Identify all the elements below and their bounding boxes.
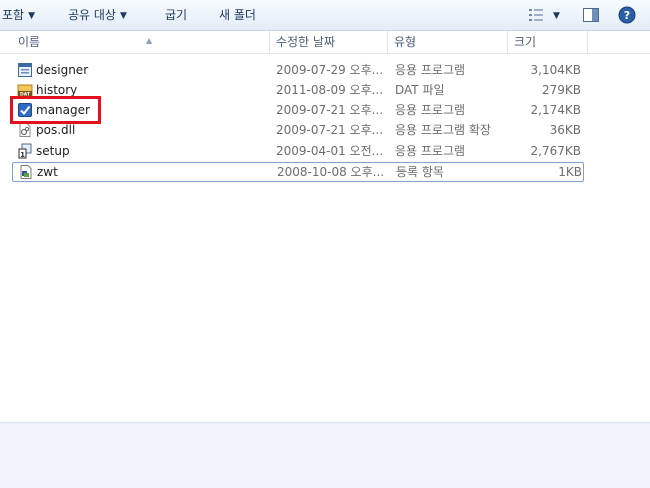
file-date: 2011-08-09 오후... — [276, 83, 384, 97]
column-type-header[interactable]: 유형 — [388, 31, 508, 53]
file-size: 1KB — [558, 165, 582, 179]
share-label: 공유 대상 — [68, 8, 116, 22]
share-with-button[interactable]: 공유 대상 ▼ — [68, 7, 127, 23]
column-type-label: 유형 — [394, 35, 417, 49]
new-folder-label: 새 폴더 — [219, 8, 256, 22]
column-size-label: 크기 — [514, 35, 537, 49]
preview-pane-icon[interactable] — [582, 6, 600, 24]
column-size-header[interactable]: 크기 — [508, 31, 588, 53]
column-header: 이름 ▲ 수정한 날짜 유형 크기 — [0, 31, 650, 54]
details-pane — [0, 422, 650, 488]
file-type: 응용 프로그램 — [395, 63, 466, 77]
file-size: 279KB — [541, 83, 581, 97]
file-size: 36KB — [549, 123, 581, 137]
file-date: 2008-10-08 오후... — [277, 165, 385, 179]
view-options-icon[interactable] — [527, 6, 545, 24]
file-type: 응용 프로그램 확장 — [395, 123, 491, 137]
file-name: setup — [36, 144, 70, 158]
registry-file-icon — [20, 165, 32, 179]
column-name-header[interactable]: 이름 ▲ — [12, 31, 270, 53]
svg-text:?: ? — [624, 9, 630, 22]
toolbar: 포함 ▼ 공유 대상 ▼ 굽기 새 폴더 ▼ ? — [0, 0, 650, 31]
file-date: 2009-07-29 오후... — [276, 63, 384, 77]
file-type: 응용 프로그램 — [395, 103, 466, 117]
dll-file-icon — [19, 123, 31, 137]
include-label: 포함 — [2, 8, 25, 22]
file-name: designer — [36, 63, 89, 77]
highlight-annotation — [10, 96, 101, 124]
column-date-header[interactable]: 수정한 날짜 — [270, 31, 388, 53]
column-date-label: 수정한 날짜 — [276, 35, 336, 49]
new-folder-button[interactable]: 새 폴더 — [219, 7, 256, 23]
include-in-library-button[interactable]: 포함 ▼ — [2, 7, 35, 23]
application-icon — [18, 63, 32, 77]
file-date: 2009-07-21 오후... — [276, 123, 384, 137]
svg-text:1: 1 — [20, 151, 25, 159]
sort-ascending-icon: ▲ — [146, 36, 153, 45]
chevron-down-icon: ▼ — [28, 11, 36, 21]
view-dropdown-icon[interactable]: ▼ — [553, 8, 560, 24]
help-icon[interactable]: ? — [618, 6, 636, 24]
file-type: DAT 파일 — [395, 83, 445, 97]
file-row[interactable]: 1 setup 2009-04-01 오전... 응용 프로그램 2,767KB — [12, 141, 584, 161]
file-type: 등록 항목 — [396, 165, 444, 179]
column-name-label: 이름 — [18, 35, 41, 49]
file-type: 응용 프로그램 — [395, 144, 466, 158]
file-size: 3,104KB — [530, 63, 581, 77]
file-name: zwt — [37, 165, 58, 179]
chevron-down-icon: ▼ — [119, 11, 127, 21]
file-row[interactable]: designer 2009-07-29 오후... 응용 프로그램 3,104K… — [12, 60, 584, 80]
file-date: 2009-07-21 오후... — [276, 103, 384, 117]
burn-button[interactable]: 굽기 — [165, 7, 187, 23]
setup-icon: 1 — [18, 143, 32, 159]
burn-label: 굽기 — [165, 8, 188, 22]
file-size: 2,767KB — [530, 144, 581, 158]
file-date: 2009-04-01 오전... — [276, 144, 384, 158]
file-size: 2,174KB — [530, 103, 581, 117]
file-row-selected[interactable]: zwt 2008-10-08 오후... 등록 항목 1KB — [12, 162, 584, 182]
